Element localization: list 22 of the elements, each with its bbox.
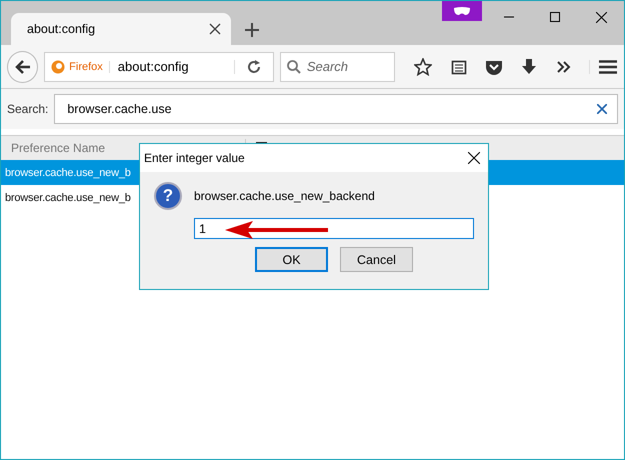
question-icon: ?	[154, 182, 182, 210]
search-input[interactable]: Search	[304, 58, 391, 75]
filter-field[interactable]: browser.cache.use	[54, 94, 618, 124]
close-icon[interactable]	[209, 23, 221, 35]
identity-label: Firefox	[69, 60, 110, 72]
dialog-message: browser.cache.use_new_backend	[194, 189, 375, 203]
clear-icon[interactable]	[597, 104, 607, 114]
search-label: Search:	[7, 102, 48, 116]
back-arrow-icon	[14, 60, 31, 74]
browser-tab[interactable]: about:config	[11, 13, 231, 45]
back-button[interactable]	[7, 50, 38, 82]
firefox-icon	[51, 60, 66, 74]
url-text: about:config	[116, 59, 190, 74]
dialog-button[interactable]: Cancel	[340, 247, 413, 272]
url-bar[interactable]: Firefox about:config	[44, 52, 274, 82]
close-icon[interactable]	[468, 152, 480, 164]
plus-icon[interactable]	[245, 23, 259, 37]
menu-icon[interactable]	[588, 60, 618, 74]
value-field[interactable]: 1	[194, 218, 474, 239]
search-icon	[286, 60, 301, 74]
search-field[interactable]: Search	[280, 52, 395, 82]
dialog-button[interactable]: OK	[255, 247, 328, 272]
